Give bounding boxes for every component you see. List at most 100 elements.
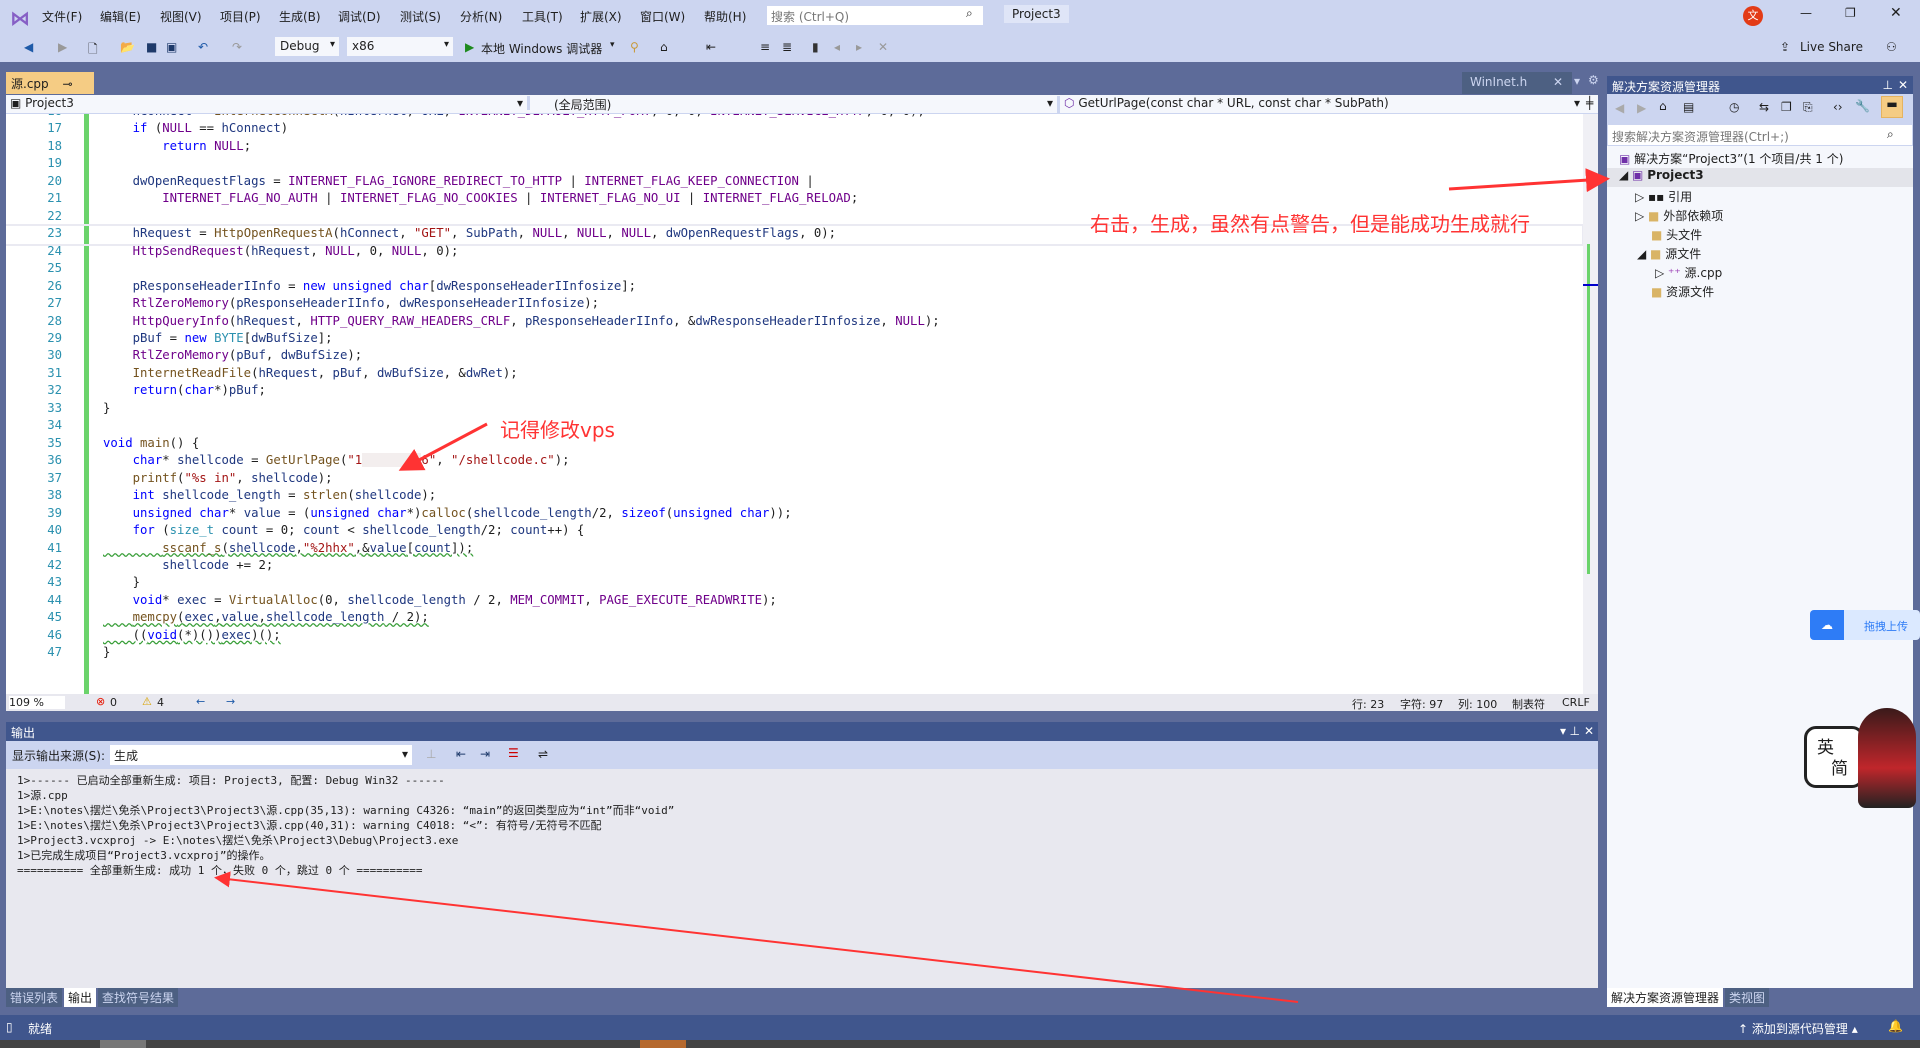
open-icon[interactable]: 📂 bbox=[120, 40, 135, 54]
panel-pin-icon[interactable]: ⊥ bbox=[1883, 78, 1893, 92]
tree-header-files[interactable]: ■ 头文件 bbox=[1651, 226, 1702, 245]
code-line[interactable]: 16 hConnect = InternetConnectA(hInternet… bbox=[6, 114, 1582, 121]
warning-count[interactable]: 4 bbox=[157, 696, 164, 709]
notifications-icon[interactable]: 🔔 bbox=[1888, 1019, 1903, 1033]
forward-icon[interactable]: ▶ bbox=[58, 40, 67, 54]
pending-changes-icon[interactable]: ◷ bbox=[1729, 100, 1739, 114]
save-icon[interactable]: ■ bbox=[146, 40, 157, 54]
indent-icon[interactable]: ⇤ bbox=[706, 40, 716, 54]
tree-source-files[interactable]: ◢ ■ 源文件 bbox=[1637, 245, 1701, 264]
run-button[interactable]: 本地 Windows 调试器 bbox=[481, 40, 602, 57]
ime-widget[interactable]: 英 简 bbox=[1804, 726, 1864, 788]
menu-item[interactable]: 分析(N) bbox=[460, 8, 502, 25]
panel-menu-icon[interactable]: ▾ bbox=[1560, 724, 1566, 738]
menu-item[interactable]: 测试(S) bbox=[400, 8, 441, 25]
prev-issue-icon[interactable]: ← bbox=[196, 695, 205, 708]
home-icon[interactable]: ⌂ bbox=[1659, 99, 1667, 113]
config-select[interactable]: Debug bbox=[274, 36, 340, 57]
code-line[interactable]: 37 printf("%s in", shellcode); bbox=[6, 471, 1582, 488]
comment-icon[interactable]: ≡ bbox=[760, 40, 770, 54]
code-line[interactable]: 31 InternetReadFile(hRequest, pBuf, dwBu… bbox=[6, 366, 1582, 383]
show-all-files-icon[interactable]: ⎘ bbox=[1803, 100, 1813, 115]
forward-icon[interactable]: ▶ bbox=[1637, 101, 1646, 115]
menu-item[interactable]: 文件(F) bbox=[42, 8, 82, 25]
clear-all-icon[interactable]: ☰ bbox=[508, 746, 519, 760]
prev-message-icon[interactable]: ⇤ bbox=[456, 747, 466, 761]
tree-references[interactable]: ▷ ▪▪ 引用 bbox=[1635, 188, 1692, 207]
output-text[interactable]: 1>------ 已启动全部重新生成: 项目: Project3, 配置: De… bbox=[6, 769, 1598, 988]
search-icon[interactable]: ⌕ bbox=[1887, 127, 1894, 142]
bookmark-next-icon[interactable]: ▸ bbox=[856, 40, 862, 54]
tab-output[interactable]: 输出 bbox=[64, 988, 97, 1007]
uncomment-icon[interactable]: ≣ bbox=[782, 40, 792, 54]
panel-close-icon[interactable]: ✕ bbox=[1898, 78, 1908, 92]
pin-icon[interactable]: ⊸ bbox=[62, 77, 72, 91]
code-line[interactable]: 29 pBuf = new BYTE[dwBufSize]; bbox=[6, 331, 1582, 348]
tab-error-list[interactable]: 错误列表 bbox=[6, 988, 63, 1007]
save-all-icon[interactable]: ▣ bbox=[166, 40, 177, 54]
dropdown-icon[interactable]: ▾ bbox=[610, 40, 615, 50]
code-line[interactable]: 33} bbox=[6, 401, 1582, 418]
split-icon[interactable]: ╪ bbox=[1586, 96, 1593, 110]
menu-item[interactable]: 项目(P) bbox=[220, 8, 261, 25]
code-line[interactable]: 39 unsigned char* value = (unsigned char… bbox=[6, 506, 1582, 523]
preview-icon[interactable]: ▬ bbox=[1881, 96, 1903, 118]
close-icon[interactable]: ✕ bbox=[1890, 5, 1902, 21]
code-line[interactable]: 20 dwOpenRequestFlags = INTERNET_FLAG_IG… bbox=[6, 174, 1582, 191]
word-wrap-icon[interactable]: ⇌ bbox=[538, 747, 548, 761]
undo-icon[interactable]: ↶ bbox=[198, 40, 208, 54]
collapse-all-icon[interactable]: ❐ bbox=[1781, 100, 1792, 114]
code-line[interactable]: 34 bbox=[6, 418, 1582, 435]
tree-source-cpp[interactable]: ▷ ⁺⁺ 源.cpp bbox=[1655, 264, 1722, 283]
source-control-button[interactable]: ↑ 添加到源代码管理 ▴ bbox=[1738, 1020, 1858, 1037]
next-issue-icon[interactable]: → bbox=[226, 695, 235, 708]
code-line[interactable]: 38 int shellcode_length = strlen(shellco… bbox=[6, 488, 1582, 505]
goto-error-icon[interactable]: ⊥ bbox=[426, 747, 436, 761]
back-icon[interactable]: ◀ bbox=[1615, 101, 1624, 115]
back-icon[interactable]: ◀ bbox=[24, 40, 33, 54]
panel-close-icon[interactable]: ✕ bbox=[1584, 724, 1594, 738]
tab-find-symbol-results[interactable]: 查找符号结果 bbox=[98, 988, 179, 1007]
code-editor[interactable]: 16 hConnect = InternetConnectA(hInternet… bbox=[6, 114, 1598, 694]
vs-logo-icon[interactable]: ⋈ bbox=[10, 6, 30, 30]
switch-views-icon[interactable]: ▤ bbox=[1683, 100, 1694, 114]
new-project-icon[interactable]: 🗋 bbox=[88, 40, 98, 61]
code-line[interactable]: 30 RtlZeroMemory(pBuf, dwBufSize); bbox=[6, 348, 1582, 365]
code-line[interactable]: 21 INTERNET_FLAG_NO_AUTH | INTERNET_FLAG… bbox=[6, 191, 1582, 208]
code-line[interactable]: 32 return(char*)pBuf; bbox=[6, 383, 1582, 400]
indent-mode[interactable]: 制表符 bbox=[1512, 696, 1545, 712]
tree-solution[interactable]: ▣ 解决方案“Project3”(1 个项目/共 1 个) bbox=[1619, 150, 1843, 169]
minimize-icon[interactable]: — bbox=[1800, 6, 1812, 20]
run-icon[interactable]: ▶ bbox=[465, 40, 474, 54]
solution-search-input[interactable]: 搜索解决方案资源管理器(Ctrl+;) bbox=[1607, 124, 1913, 146]
tree-project[interactable]: ◢ ▣ Project3 bbox=[1607, 168, 1913, 187]
code-line[interactable]: 43 } bbox=[6, 575, 1582, 592]
user-avatar[interactable]: 文 bbox=[1743, 6, 1763, 26]
code-line[interactable]: 28 HttpQueryInfo(hRequest, HTTP_QUERY_RA… bbox=[6, 314, 1582, 331]
error-icon[interactable]: ⊗ bbox=[96, 695, 105, 708]
search-icon[interactable]: ⌕ bbox=[966, 6, 973, 21]
code-view-icon[interactable]: ‹› bbox=[1833, 100, 1843, 114]
code-line[interactable]: 19 bbox=[6, 156, 1582, 173]
output-source-select[interactable]: 生成 ▾ bbox=[110, 745, 412, 765]
properties-icon[interactable]: 🔧 bbox=[1855, 99, 1870, 113]
code-line[interactable]: 42 shellcode += 2; bbox=[6, 558, 1582, 575]
tab-source-cpp[interactable]: 源.cpp ⊸ ✕ bbox=[6, 72, 94, 106]
menu-item[interactable]: 生成(B) bbox=[279, 8, 321, 25]
tab-solution-explorer[interactable]: 解决方案资源管理器 bbox=[1607, 988, 1724, 1007]
zoom-level-dropdown[interactable]: 109 % bbox=[9, 696, 65, 709]
find-icon[interactable]: ⚲ bbox=[630, 40, 639, 54]
tab-class-view[interactable]: 类视图 bbox=[1725, 988, 1770, 1007]
live-share-icon[interactable]: ⇪ bbox=[1780, 40, 1790, 54]
next-message-icon[interactable]: ⇥ bbox=[480, 747, 490, 761]
menu-item[interactable]: 工具(T) bbox=[522, 8, 563, 25]
settings-gear-icon[interactable]: ⚙ bbox=[1588, 73, 1599, 87]
menu-item[interactable]: 编辑(E) bbox=[100, 8, 141, 25]
warning-icon[interactable]: ⚠ bbox=[142, 695, 152, 708]
menu-item[interactable]: 调试(D) bbox=[338, 8, 381, 25]
tab-close-icon[interactable]: ✕ bbox=[1553, 75, 1563, 89]
code-line[interactable]: 40 for (size_t count = 0; count < shellc… bbox=[6, 523, 1582, 540]
error-count[interactable]: 0 bbox=[110, 696, 117, 709]
code-line[interactable]: 35 void main() { bbox=[6, 436, 1582, 453]
feedback-icon[interactable]: ⚇ bbox=[1886, 40, 1897, 54]
